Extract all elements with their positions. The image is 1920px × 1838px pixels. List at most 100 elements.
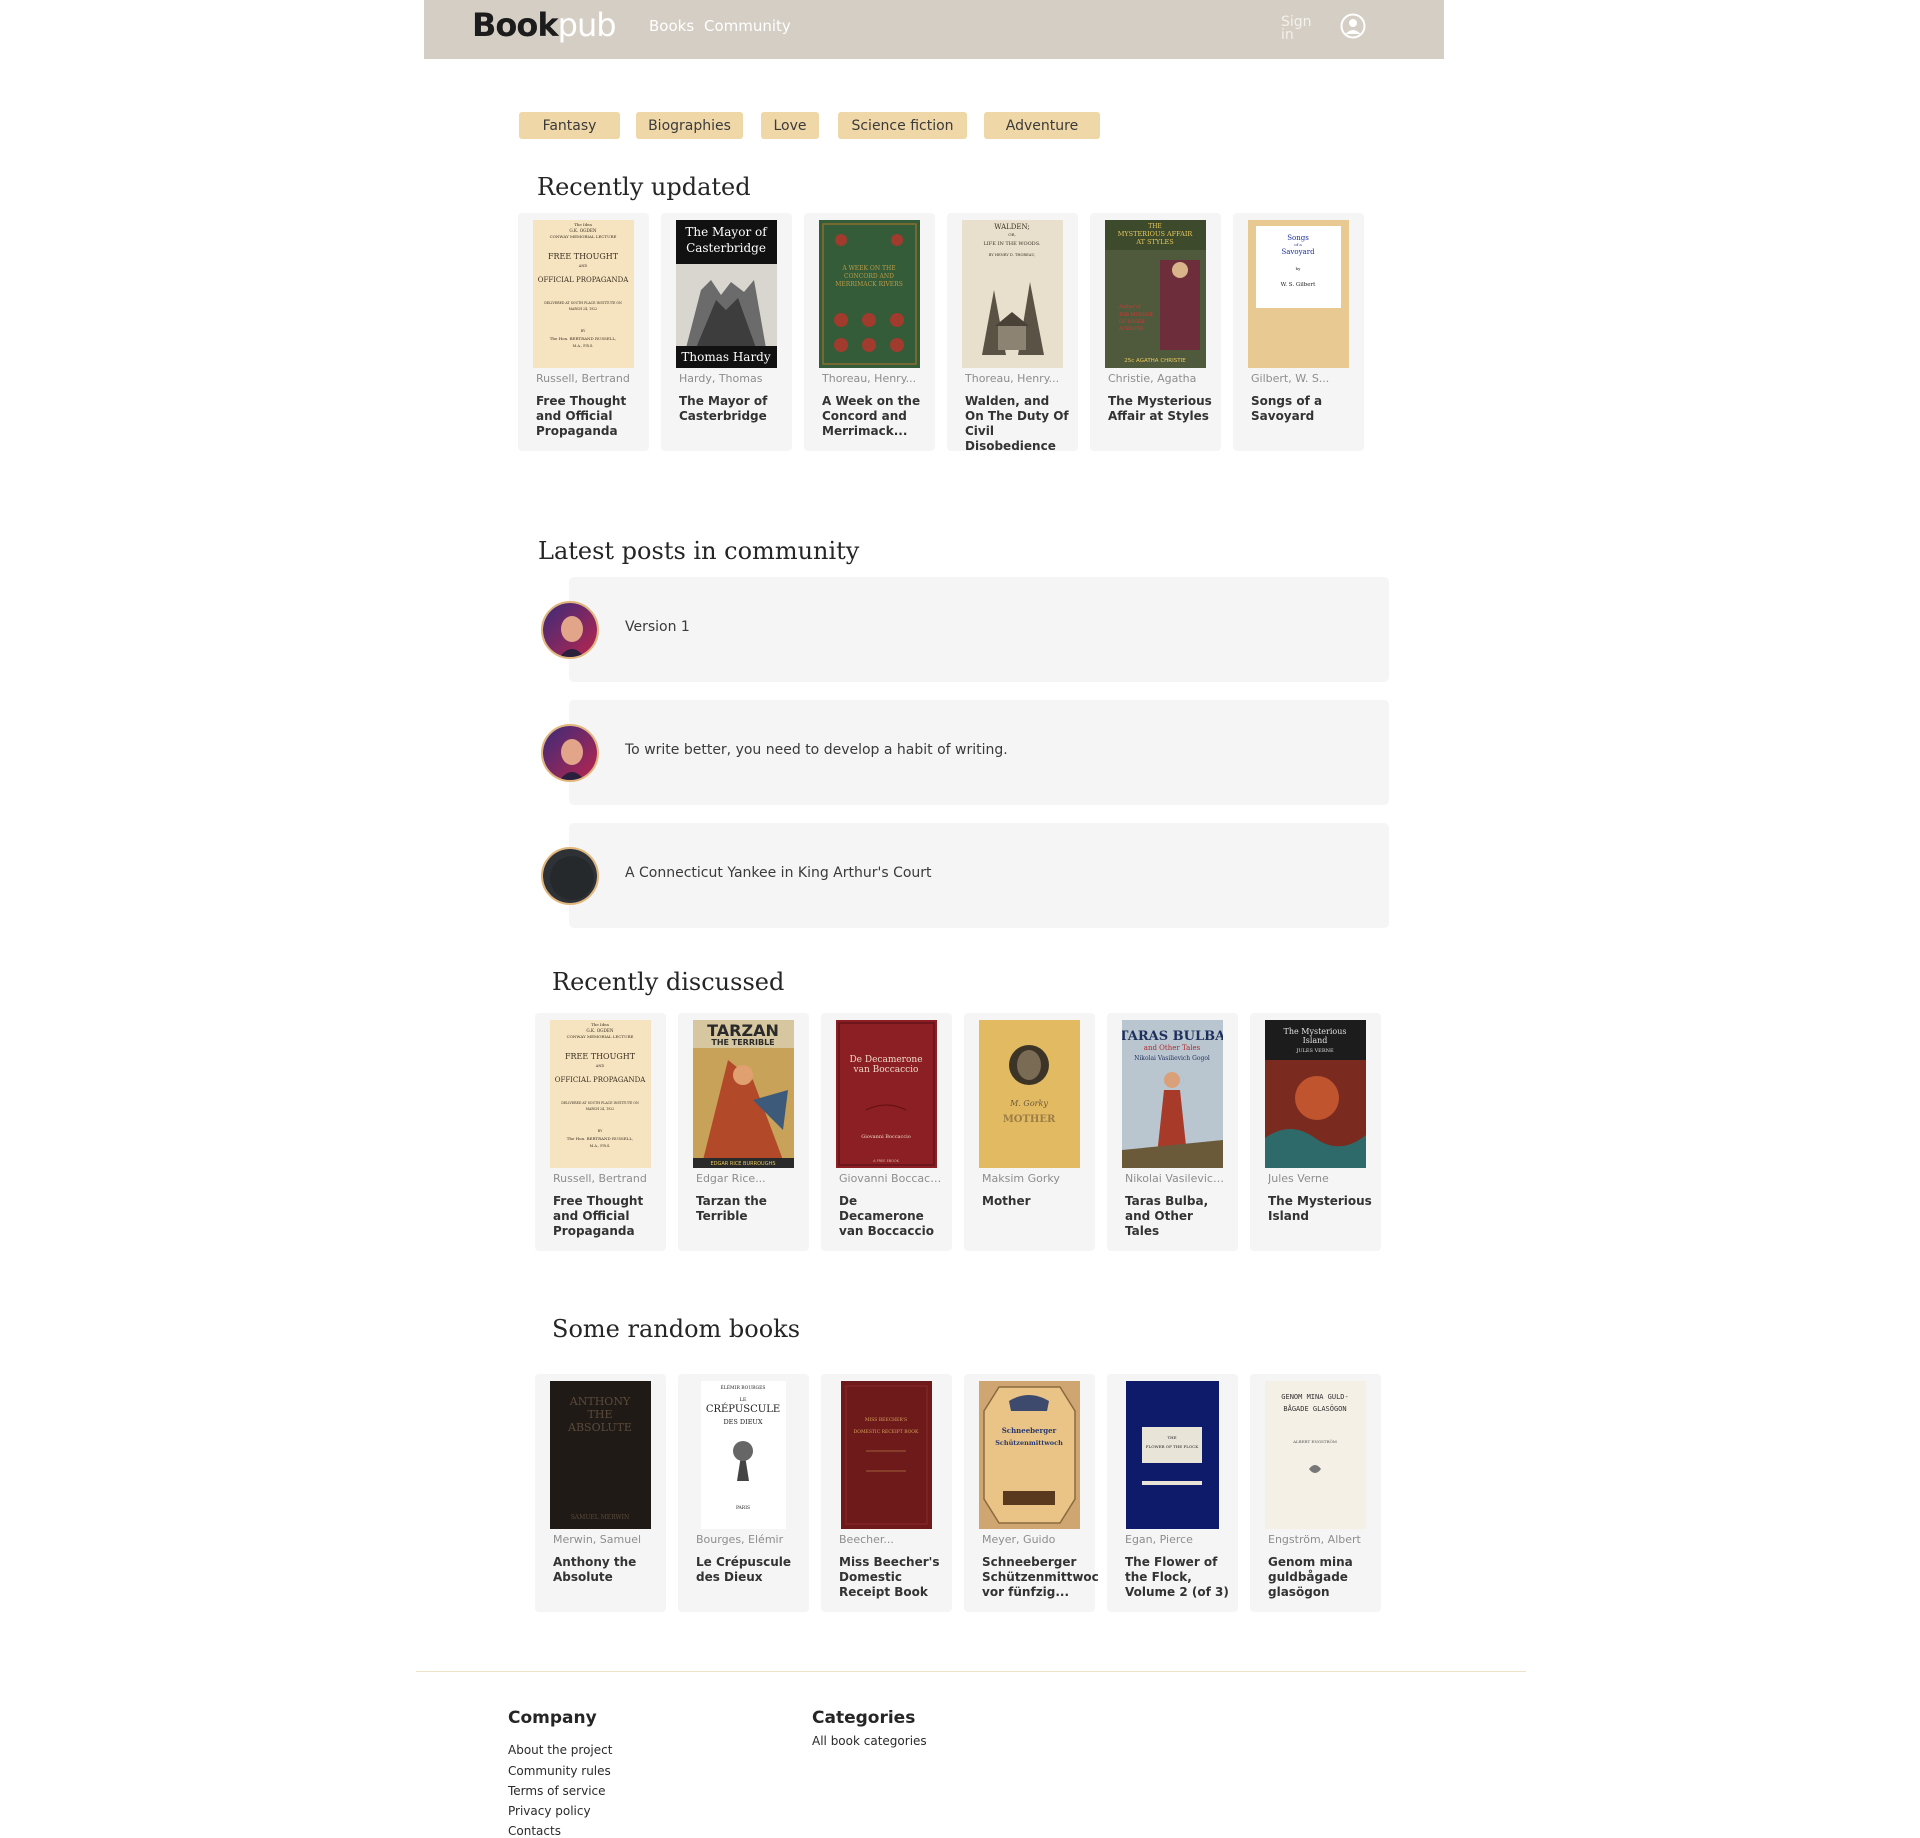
book-cover-image: The Idea G.K. OGDEN CONWAY MEMORIAL LECT… bbox=[533, 220, 634, 368]
book-card[interactable]: The Idea G.K. OGDEN CONWAY MEMORIAL LECT… bbox=[518, 213, 649, 451]
book-author: Gilbert, W. S... bbox=[1251, 372, 1330, 385]
genre-chip-love[interactable]: Love bbox=[761, 112, 819, 139]
book-card[interactable]: Schneeberger Schützenmittwoch Meyer, Gui… bbox=[964, 1374, 1099, 1612]
footer-link-community-rules[interactable]: Community rules bbox=[508, 1764, 611, 1778]
footer-link-contacts[interactable]: Contacts bbox=[508, 1824, 561, 1838]
book-card[interactable]: The Mayor of Casterbridge Thomas Hardy H… bbox=[661, 213, 792, 451]
cover-text: G.K. OGDEN bbox=[586, 1028, 614, 1033]
book-title[interactable]: The Mysterious Affair at Styles bbox=[1108, 394, 1213, 424]
book-title[interactable]: Free Thought and Official Propaganda bbox=[553, 1194, 658, 1239]
book-card[interactable]: De Decamerone van Boccaccio Giovanni Boc… bbox=[821, 1013, 952, 1251]
cover-text: DELIVERED AT SOUTH PLACE INSTITUTE ON bbox=[561, 1101, 639, 1105]
cover-text: PARIS bbox=[736, 1505, 750, 1511]
book-author: Russell, Bertrand bbox=[553, 1172, 647, 1185]
book-card[interactable]: THE FLOWER OF THE FLOCK Egan, Pierce The… bbox=[1107, 1374, 1238, 1612]
cover-text: FLOWER OF THE FLOCK bbox=[1146, 1444, 1199, 1449]
book-author: Bourges, Elémir bbox=[696, 1533, 784, 1546]
community-post[interactable] bbox=[569, 577, 1389, 682]
cover-text: LIFE IN THE WOODS. bbox=[983, 241, 1040, 247]
book-card[interactable]: GENOM MINA GULD- BÅGADE GLASÖGON ALBERT … bbox=[1250, 1374, 1381, 1612]
genre-chip-science-fiction[interactable]: Science fiction bbox=[838, 112, 967, 139]
book-author: Giovanni Boccaccio bbox=[839, 1172, 944, 1185]
cover-text: Nikolai Vasilievich Gogol bbox=[1134, 1055, 1210, 1062]
nav-books-link[interactable]: Books bbox=[649, 17, 694, 35]
book-cover-image: De Decamerone van Boccaccio Giovanni Boc… bbox=[836, 1020, 937, 1168]
cover-text: LE bbox=[740, 1397, 747, 1403]
book-title[interactable]: Tarzan the Terrible bbox=[696, 1194, 801, 1224]
book-author: Russell, Bertrand bbox=[536, 372, 630, 385]
book-card[interactable]: MISS BEECHER'S DOMESTIC RECEIPT BOOK Bee… bbox=[821, 1374, 952, 1612]
book-title[interactable]: Genom mina guldbågade glasögon bbox=[1268, 1555, 1373, 1600]
cover-text: MARCH 24, 1922 bbox=[586, 1107, 614, 1111]
genre-chip-biographies[interactable]: Biographies bbox=[636, 112, 743, 139]
sign-in-link[interactable]: Sign in bbox=[1281, 15, 1321, 42]
book-card[interactable]: TARAS BULBA and Other Tales Nikolai Vasi… bbox=[1107, 1013, 1238, 1251]
book-title[interactable]: A Week on the Concord and Merrimack... bbox=[822, 394, 927, 439]
book-title[interactable]: The Mysterious Island bbox=[1268, 1194, 1373, 1224]
avatar[interactable] bbox=[541, 724, 599, 782]
cover-text: A FREE EBOOK bbox=[873, 1159, 900, 1163]
avatar[interactable] bbox=[541, 847, 599, 905]
book-card[interactable]: WALDEN; OR, LIFE IN THE WOODS. BY HENRY … bbox=[947, 213, 1078, 454]
footer-link-about[interactable]: About the project bbox=[508, 1743, 612, 1757]
logo[interactable]: Bookpub bbox=[472, 6, 617, 44]
recently-discussed-title: Recently discussed bbox=[552, 968, 785, 996]
cover-text: MARCH 24, 1922 bbox=[569, 307, 597, 311]
book-card[interactable]: ANTHONY THE ABSOLUTE SAMUEL MERWIN Merwi… bbox=[535, 1374, 666, 1612]
book-title[interactable]: Anthony the Absolute bbox=[553, 1555, 658, 1585]
book-title[interactable]: De Decamerone van Boccaccio bbox=[839, 1194, 944, 1239]
community-title: Latest posts in community bbox=[538, 537, 860, 565]
book-title[interactable]: Songs of a Savoyard bbox=[1251, 394, 1356, 424]
book-title[interactable]: Le Crépuscule des Dieux bbox=[696, 1555, 801, 1585]
cover-text: OFFICIAL PROPAGANDA bbox=[555, 1076, 646, 1084]
cover-text: Schützenmittwoch bbox=[995, 1439, 1063, 1447]
book-card[interactable]: Songs of a Savoyard by W. S. Gilbert Gil… bbox=[1233, 213, 1364, 451]
cover-text: MISS BEECHER'S bbox=[865, 1417, 907, 1423]
cover-text: JULES VERNE bbox=[1295, 1048, 1334, 1054]
book-card[interactable]: The Idea G.K. OGDEN CONWAY MEMORIAL LECT… bbox=[535, 1013, 666, 1251]
book-title[interactable]: Taras Bulba, and Other Tales bbox=[1125, 1194, 1230, 1239]
book-author: Maksim Gorky bbox=[982, 1172, 1060, 1185]
top-header: Bookpub Books Community Sign in bbox=[424, 0, 1444, 59]
cover-text: van Boccaccio bbox=[853, 1065, 919, 1075]
book-card[interactable]: The Mysterious Island JULES VERNE Jules … bbox=[1250, 1013, 1381, 1251]
book-card[interactable]: TARZAN THE TERRIBLE EDGAR RICE BURROUGHS… bbox=[678, 1013, 809, 1251]
cover-text: THE bbox=[1167, 1435, 1176, 1440]
footer-link-terms[interactable]: Terms of service bbox=[508, 1784, 606, 1798]
book-title[interactable]: Schneeberger Schützenmittwoc vor fünfzig… bbox=[982, 1555, 1099, 1600]
genre-chip-fantasy[interactable]: Fantasy bbox=[519, 112, 620, 139]
book-author: Egan, Pierce bbox=[1125, 1533, 1193, 1546]
book-title[interactable]: Miss Beecher's Domestic Receipt Book bbox=[839, 1555, 944, 1600]
book-author: Merwin, Samuel bbox=[553, 1533, 642, 1546]
cover-text: ALBERT ENGSTRÖM bbox=[1292, 1439, 1337, 1444]
book-title[interactable]: Free Thought and Official Propaganda bbox=[536, 394, 641, 439]
book-card[interactable]: M. Gorky MOTHER Maksim Gorky Mother bbox=[964, 1013, 1095, 1251]
book-cover-image: TARZAN THE TERRIBLE EDGAR RICE BURROUGHS bbox=[693, 1020, 794, 1168]
book-title[interactable]: The Mayor of Casterbridge bbox=[679, 394, 784, 424]
nav-community-link[interactable]: Community bbox=[704, 17, 791, 35]
book-card[interactable]: ÉLÉMIR BOURGES LE CRÉPUSCULE DES DIEUX P… bbox=[678, 1374, 809, 1612]
user-profile-icon[interactable] bbox=[1340, 13, 1366, 39]
book-title[interactable]: Mother bbox=[982, 1194, 1087, 1209]
cover-text: THE bbox=[588, 1408, 613, 1421]
cover-text: of a bbox=[1294, 242, 1302, 247]
footer-link-all-categories[interactable]: All book categories bbox=[812, 1734, 927, 1748]
cover-text: Giovanni Boccaccio bbox=[861, 1134, 911, 1140]
book-title[interactable]: The Flower of the Flock, Volume 2 (of 3) bbox=[1125, 1555, 1230, 1600]
book-card[interactable]: THE MYSTERIOUS AFFAIR AT STYLES Author o… bbox=[1090, 213, 1221, 451]
book-title[interactable]: Walden, and On The Duty Of Civil Disobed… bbox=[965, 394, 1070, 454]
cover-text: A WEEK ON THE bbox=[841, 265, 895, 272]
footer-link-privacy[interactable]: Privacy policy bbox=[508, 1804, 591, 1818]
cover-text: OFFICIAL PROPAGANDA bbox=[538, 276, 629, 284]
avatar[interactable] bbox=[541, 601, 599, 659]
book-author: Engström, Albert bbox=[1268, 1533, 1361, 1546]
book-author: Jules Verne bbox=[1268, 1172, 1329, 1185]
cover-text: Songs bbox=[1287, 234, 1309, 242]
post-text: To write better, you need to develop a h… bbox=[625, 742, 1008, 758]
cover-text: M.A., F.R.S. bbox=[590, 1144, 611, 1148]
cover-text: G.K. OGDEN bbox=[569, 228, 597, 233]
cover-text: AND bbox=[595, 1064, 605, 1068]
genre-chip-adventure[interactable]: Adventure bbox=[984, 112, 1100, 139]
book-card[interactable]: A WEEK ON THE CONCORD AND MERRIMACK RIVE… bbox=[804, 213, 935, 451]
book-author: Nikolai Vasilevich... bbox=[1125, 1172, 1230, 1185]
